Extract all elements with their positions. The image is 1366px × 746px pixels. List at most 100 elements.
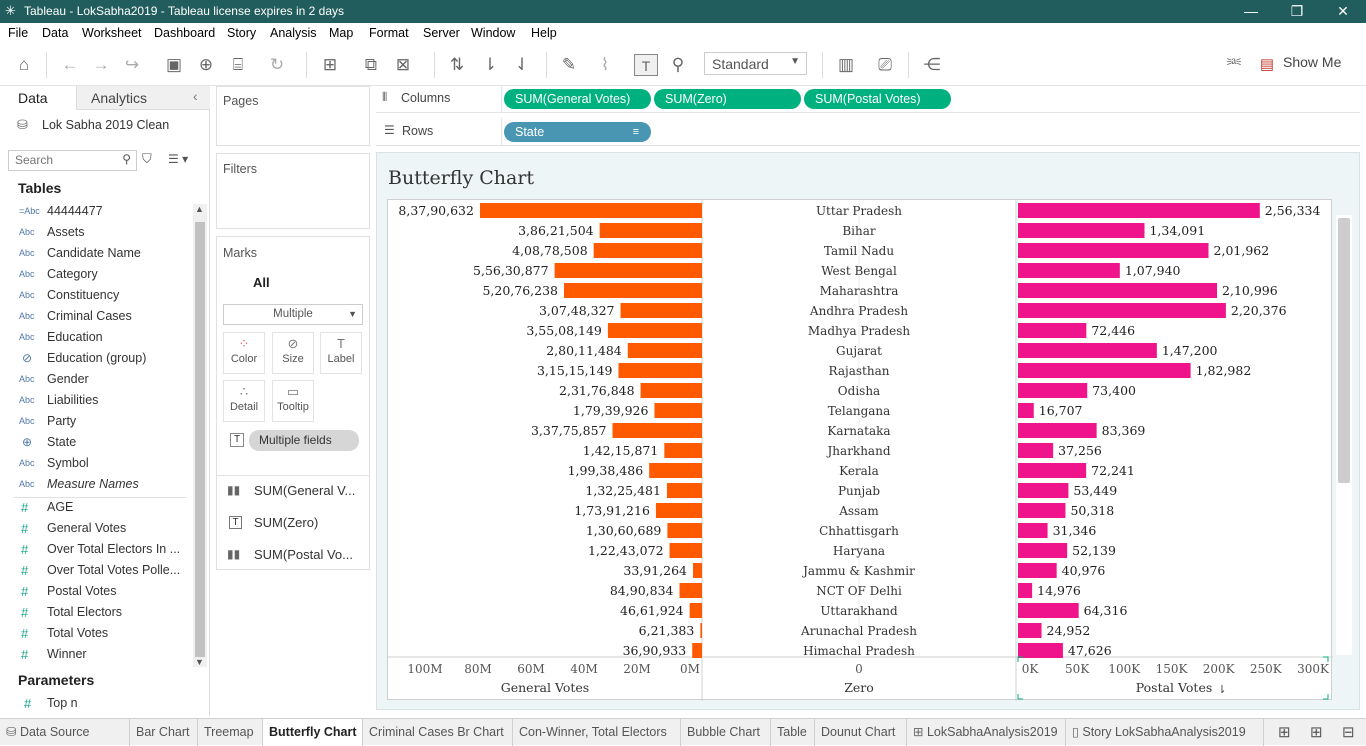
new-story-tab-icon[interactable]: ⊟ <box>1342 723 1355 741</box>
show-mark-labels-icon[interactable]: T <box>634 54 658 76</box>
data-scrollbar[interactable]: ▲ ▼ <box>193 204 207 667</box>
pill-sum-zero[interactable]: SUM(Zero) <box>654 89 801 109</box>
size-button[interactable]: ⊘ Size <box>272 332 314 374</box>
tab-treemap[interactable]: Treemap <box>198 719 263 746</box>
new-worksheet-icon[interactable]: ⊞ <box>318 54 342 76</box>
pill-state[interactable]: State ≡ <box>504 122 651 142</box>
tooltip-button[interactable]: ▭ Tooltip <box>272 380 314 422</box>
tab-analytics[interactable]: Analytics ‹ <box>76 86 210 110</box>
new-datasource-icon[interactable]: ⊕ <box>194 54 218 76</box>
fit-select[interactable]: Standard ▼ <box>704 52 807 75</box>
menu-map[interactable]: Map <box>329 26 353 40</box>
menu-format[interactable]: Format <box>369 26 409 40</box>
menu-file[interactable]: File <box>8 26 28 40</box>
save-icon[interactable]: ▣ <box>162 54 186 76</box>
butterfly-chart[interactable]: 8,37,90,632 Uttar Pradesh 2,56,334 3,86,21,… <box>387 199 1333 701</box>
view-scrollbar[interactable] <box>1336 215 1352 655</box>
field-dimension[interactable]: Abc Category <box>0 264 190 285</box>
home-icon[interactable]: ⌂ <box>12 54 36 76</box>
pill-sum-postal-votes[interactable]: SUM(Postal Votes) <box>804 89 951 109</box>
tab-table[interactable]: Table <box>771 719 815 746</box>
multiple-fields-pill[interactable]: Multiple fields <box>249 430 359 451</box>
search-input[interactable] <box>9 151 114 169</box>
view-list-icon[interactable]: ☰ ▾ <box>168 152 188 166</box>
tab-dashboard[interactable]: ⊞ LokSabhaAnalysis2019 <box>907 719 1066 746</box>
menu-story[interactable]: Story <box>227 26 256 40</box>
menu-help[interactable]: Help <box>531 26 557 40</box>
tab-data-source[interactable]: ⛁ Data Source <box>0 719 130 746</box>
restore-icon[interactable]: ❐ <box>1274 0 1320 23</box>
menu-dashboard[interactable]: Dashboard <box>154 26 215 40</box>
field-dimension[interactable]: Abc Party <box>0 411 190 432</box>
field-measure[interactable]: # Over Total Electors In ... <box>0 539 190 560</box>
scroll-down-icon[interactable]: ▼ <box>195 657 204 667</box>
menu-server[interactable]: Server <box>423 26 460 40</box>
columns-shelf[interactable]: ⦀ Columns SUM(General Votes) SUM(Zero) S… <box>376 86 1360 113</box>
field-dimension[interactable]: Abc Liabilities <box>0 390 190 411</box>
field-dimension[interactable]: Abc Candidate Name <box>0 243 190 264</box>
show-me-button[interactable]: Show Me <box>1283 54 1341 70</box>
tab-story[interactable]: ▯ Story LokSabhaAnalysis2019 <box>1066 719 1264 746</box>
field-dimension[interactable]: Abc Measure Names <box>0 474 190 495</box>
field-dimension[interactable]: Abc Education <box>0 327 190 348</box>
replay-icon[interactable]: ↪ <box>120 54 144 76</box>
new-worksheet-tab-icon[interactable]: ⊞ <box>1278 723 1291 741</box>
presentation-mode-icon[interactable]: ⎚ <box>873 54 897 76</box>
tab-bubble-chart[interactable]: Bubble Chart <box>681 719 771 746</box>
marks-all[interactable]: All <box>253 275 270 290</box>
sort-descending-icon[interactable]: ⇃ <box>510 54 534 76</box>
field-dimension[interactable]: ⊕ State <box>0 432 190 453</box>
field-measure[interactable]: # Over Total Votes Polle... <box>0 560 190 581</box>
menu-worksheet[interactable]: Worksheet <box>82 26 142 40</box>
search-box[interactable]: ⚲ <box>8 150 137 171</box>
new-dashboard-tab-icon[interactable]: ⊞ <box>1310 723 1323 741</box>
mark-card-zero[interactable]: SUM(Zero) <box>254 515 318 530</box>
fix-axes-icon[interactable]: ⚲ <box>666 54 690 76</box>
clear-sheet-icon[interactable]: ⊠ <box>391 54 415 76</box>
undo-icon[interactable]: ← <box>58 54 82 76</box>
field-dimension[interactable]: Abc Constituency <box>0 285 190 306</box>
field-dimension[interactable]: Abc Assets <box>0 222 190 243</box>
rows-shelf[interactable]: ☰ Rows State ≡ <box>376 118 1360 146</box>
duplicate-icon[interactable]: ⧉ <box>359 54 383 76</box>
close-icon[interactable]: ✕ <box>1320 0 1366 23</box>
group-icon[interactable]: ⌇ <box>593 54 617 76</box>
tab-con-winner[interactable]: Con-Winner, Total Electors <box>513 719 681 746</box>
highlight-icon[interactable]: ✎ <box>557 54 581 76</box>
filter-icon[interactable]: ⛉ <box>142 151 152 167</box>
field-measure[interactable]: # General Votes <box>0 518 190 539</box>
pill-sum-general-votes[interactable]: SUM(General Votes) <box>504 89 651 109</box>
tab-data[interactable]: Data <box>0 86 76 110</box>
field-measure[interactable]: # Winner <box>0 644 190 665</box>
pages-shelf[interactable]: Pages <box>216 86 370 146</box>
mark-type-select[interactable]: Multiple ▼ <box>223 304 363 325</box>
field-measure[interactable]: # AGE <box>0 497 190 518</box>
refresh-icon[interactable]: ↻ <box>265 54 289 76</box>
swap-icon[interactable]: ⇅ <box>445 54 469 76</box>
field-measure[interactable]: # Total Votes <box>0 623 190 644</box>
menu-window[interactable]: Window <box>471 26 515 40</box>
show-cards-icon[interactable]: ▥ <box>834 54 858 76</box>
field-dimension[interactable]: =Abc 44444477 <box>0 201 190 222</box>
filters-shelf[interactable]: Filters <box>216 153 370 229</box>
show-me-icon[interactable]: ▤ <box>1258 54 1276 76</box>
datasource-name[interactable]: Lok Sabha 2019 Clean <box>42 118 169 132</box>
pause-updates-icon[interactable]: ⌸ <box>226 54 250 76</box>
field-dimension[interactable]: Abc Gender <box>0 369 190 390</box>
tab-criminal-cases[interactable]: Criminal Cases Br Chart <box>363 719 513 746</box>
redo-icon[interactable]: → <box>89 54 113 76</box>
share-icon[interactable]: ⋲ <box>920 54 944 76</box>
color-button[interactable]: ⁘ Color <box>223 332 265 374</box>
tab-butterfly-chart[interactable]: Butterfly Chart <box>263 719 363 746</box>
minimize-icon[interactable]: — <box>1228 0 1274 23</box>
sort-ascending-icon[interactable]: ⇂ <box>478 54 502 76</box>
parameter-top-n[interactable]: Top n <box>47 696 78 710</box>
tab-dounut-chart[interactable]: Dounut Chart <box>815 719 907 746</box>
field-dimension[interactable]: ⊘ Education (group) <box>0 348 190 369</box>
menu-data[interactable]: Data <box>42 26 68 40</box>
paint-format-icon[interactable]: ⎃ <box>1222 54 1246 76</box>
mark-card-postal[interactable]: SUM(Postal Vo... <box>254 547 353 562</box>
menu-analysis[interactable]: Analysis <box>270 26 317 40</box>
field-dimension[interactable]: Abc Symbol <box>0 453 190 474</box>
field-measure[interactable]: # Postal Votes <box>0 581 190 602</box>
